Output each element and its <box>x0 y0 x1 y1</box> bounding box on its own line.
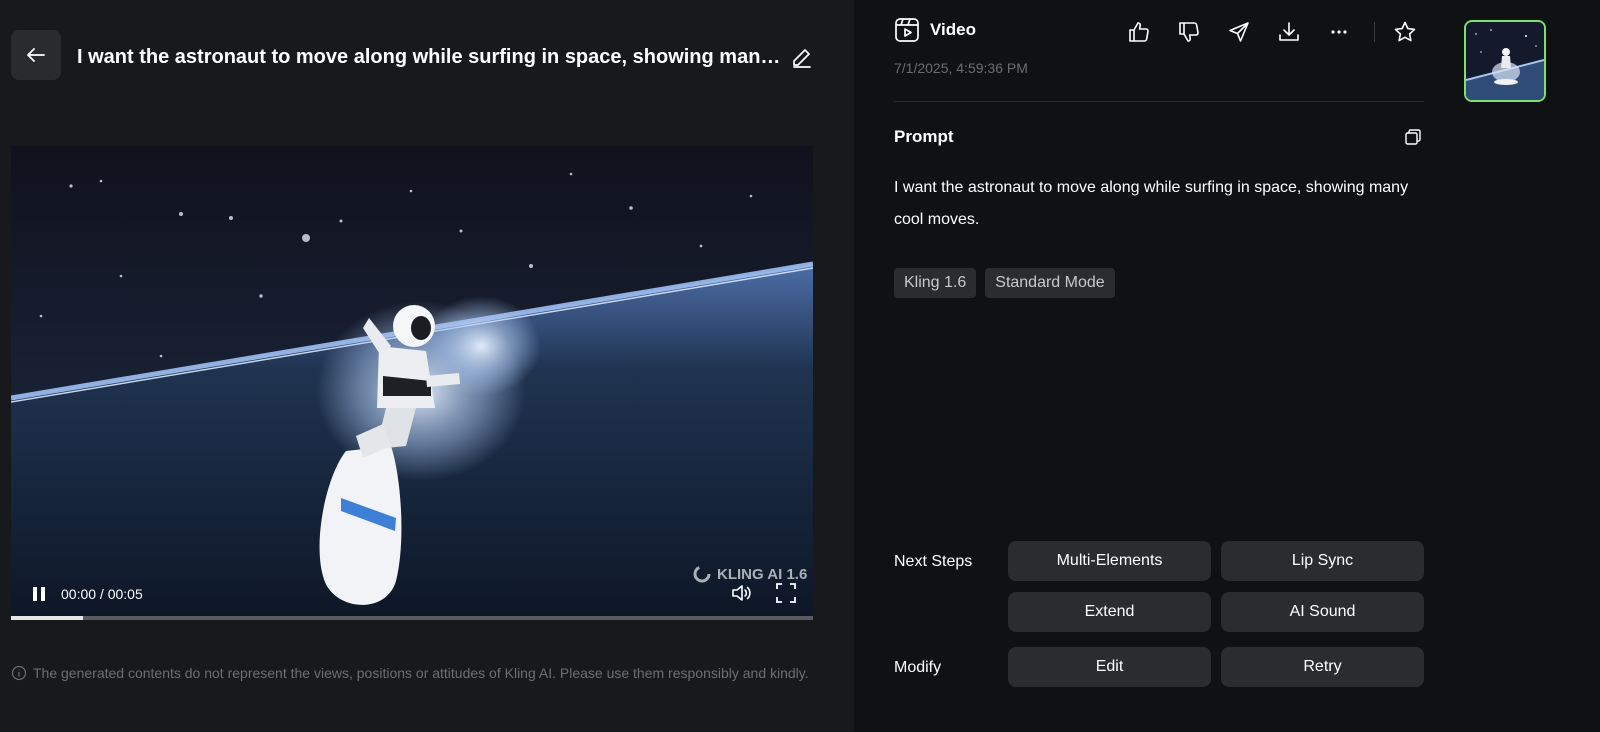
star-icon <box>1394 21 1416 42</box>
more-button[interactable] <box>1324 17 1354 47</box>
favorite-button[interactable] <box>1390 17 1420 47</box>
download-button[interactable] <box>1274 17 1304 47</box>
modify-label: Modify <box>894 659 942 676</box>
video-pane: I want the astronaut to move along while… <box>0 0 854 732</box>
thumbnail-image <box>1466 22 1544 100</box>
video-thumbnail[interactable] <box>1464 20 1546 102</box>
fullscreen-button[interactable] <box>771 578 801 608</box>
dislike-button[interactable] <box>1174 17 1204 47</box>
action-toolbar <box>1124 17 1440 47</box>
video-player[interactable]: KLING AI 1.6 00:00 / 00:05 <box>11 146 813 620</box>
send-icon <box>1229 22 1249 42</box>
video-icon <box>895 18 919 42</box>
tag-list: Kling 1.6 Standard Mode <box>894 268 1115 298</box>
extend-button[interactable]: Extend <box>1008 592 1211 632</box>
prompt-heading: Prompt <box>894 127 954 146</box>
more-icon <box>1331 30 1347 34</box>
media-type-label: Video <box>930 20 976 39</box>
pause-icon <box>33 587 45 601</box>
volume-icon <box>732 585 751 601</box>
prompt-text: I want the astronaut to move along while… <box>894 179 1409 228</box>
toolbar-divider <box>1374 22 1375 42</box>
thumbs-down-icon <box>1179 22 1199 42</box>
details-pane: Video 7/1/2025, 4:59:36 PM Prompt I want… <box>854 0 1600 732</box>
ai-sound-button[interactable]: AI Sound <box>1221 592 1424 632</box>
arrow-left-icon <box>27 48 45 62</box>
retry-button[interactable]: Retry <box>1221 647 1424 687</box>
mode-tag: Standard Mode <box>985 268 1115 298</box>
disclaimer-text: The generated contents do not represent … <box>33 665 809 681</box>
page-title: I want the astronaut to move along while… <box>77 46 782 68</box>
info-icon <box>11 665 27 681</box>
volume-button[interactable] <box>726 578 756 608</box>
pause-button[interactable] <box>29 584 49 604</box>
progress-bar[interactable] <box>11 616 813 620</box>
model-tag: Kling 1.6 <box>894 268 977 298</box>
download-icon <box>1279 22 1299 41</box>
multi-elements-button[interactable]: Multi-Elements <box>1008 541 1211 581</box>
copy-icon <box>1405 129 1421 145</box>
edit-button[interactable]: Edit <box>1008 647 1211 687</box>
thumbs-up-icon <box>1129 22 1149 42</box>
timestamp: 7/1/2025, 4:59:36 PM <box>894 60 1028 76</box>
back-button[interactable] <box>11 30 61 80</box>
section-divider <box>894 101 1424 102</box>
lip-sync-button[interactable]: Lip Sync <box>1221 541 1424 581</box>
next-steps-label: Next Steps <box>894 553 973 570</box>
video-frame <box>11 146 813 620</box>
edit-title-button[interactable] <box>788 43 816 71</box>
disclaimer: The generated contents do not represent … <box>11 662 811 684</box>
copy-prompt-button[interactable] <box>1402 126 1424 148</box>
video-controls: 00:00 / 00:05 <box>11 570 813 620</box>
playback-time: 00:00 / 00:05 <box>61 586 143 602</box>
pencil-icon <box>793 49 811 68</box>
media-type: Video <box>894 17 976 43</box>
like-button[interactable] <box>1124 17 1154 47</box>
fullscreen-icon <box>776 583 796 603</box>
share-button[interactable] <box>1224 17 1254 47</box>
progress-fill <box>11 616 84 620</box>
